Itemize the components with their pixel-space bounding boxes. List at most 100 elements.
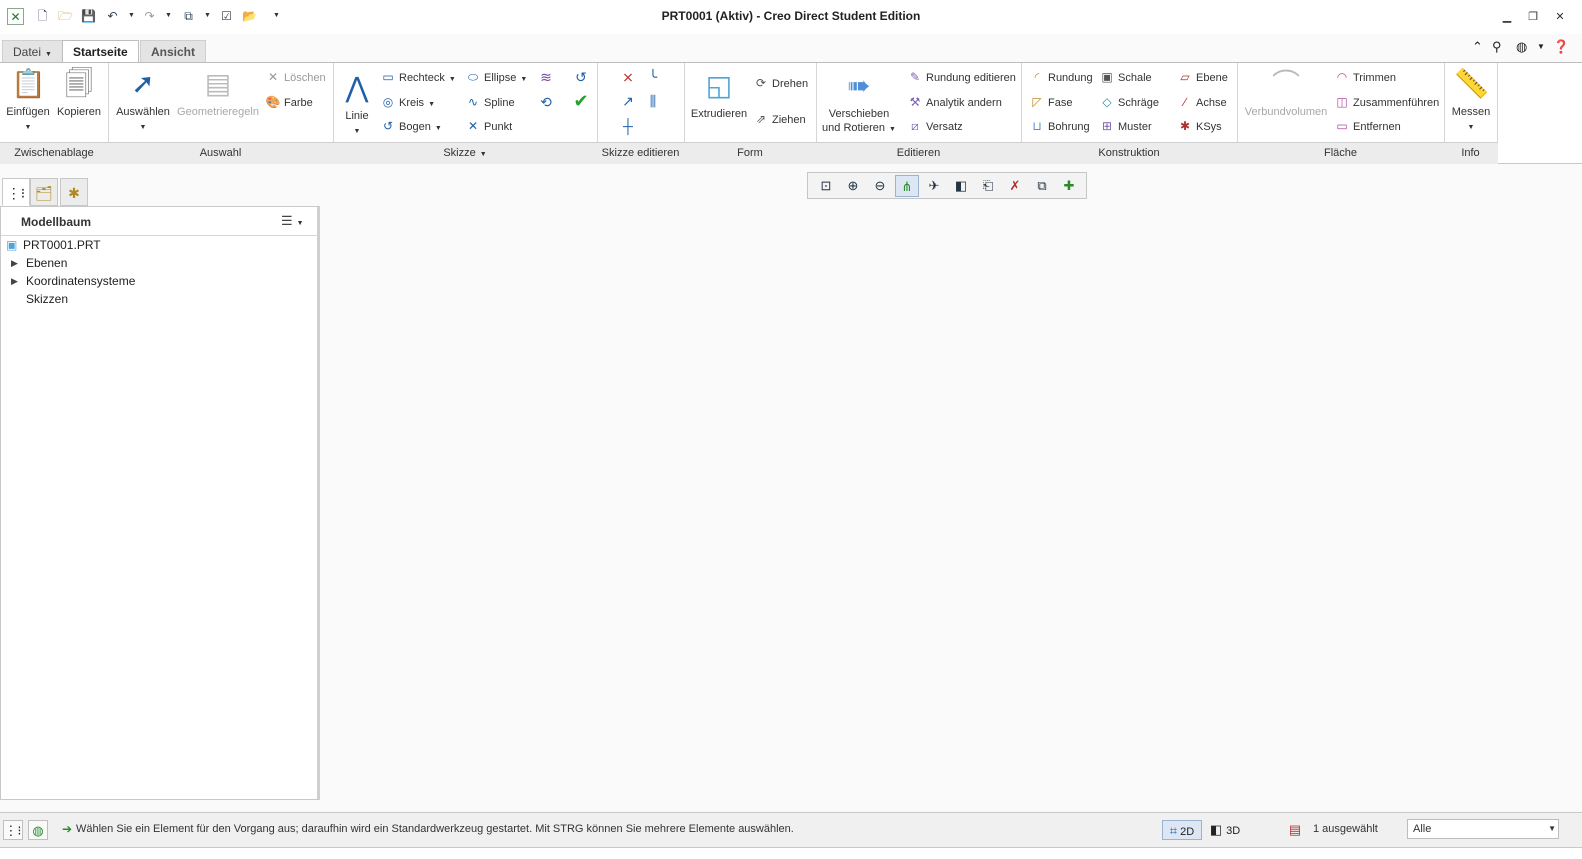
extend-icon[interactable]: ↗ (619, 92, 637, 110)
help-icon[interactable]: ❓ (1553, 39, 1569, 55)
csys-button[interactable]: ✱ KSys (1177, 118, 1222, 134)
mode-3d-toggle[interactable]: ◧ 3D (1205, 820, 1245, 840)
selection-filter-dropdown[interactable]: Alle ▼ (1407, 819, 1559, 839)
selection-list-icon[interactable]: ▤ (1285, 820, 1305, 840)
model-tree-tab-icon[interactable]: ⋮⁝ (2, 178, 30, 206)
trim-button[interactable]: ◠ Trimmen (1334, 69, 1396, 85)
tree-item-sketches[interactable]: Skizzen (1, 290, 318, 308)
arc-button[interactable]: ↺ Bogen ▼ (380, 118, 442, 134)
tab-view[interactable]: Ansicht (140, 40, 207, 62)
collapse-ribbon-icon[interactable]: ⌃ (1472, 39, 1483, 55)
measure-dropdown-icon[interactable]: ▼ (1468, 124, 1475, 131)
sketch-accept-icon[interactable]: ✔ (572, 92, 590, 110)
community-dropdown-icon[interactable]: ▼ (1537, 42, 1545, 51)
axis-button[interactable]: ∕ Achse (1177, 94, 1227, 110)
pattern-button[interactable]: ⊞ Muster (1099, 118, 1152, 134)
browser-toggle-icon[interactable]: ◍ (28, 820, 48, 840)
display-style-icon[interactable]: ◧ (949, 175, 973, 197)
compound-volume-button[interactable]: ⌒ Verbundvolumen (1242, 67, 1330, 119)
spline-button[interactable]: ∿ Spline (465, 94, 515, 110)
revolve-button[interactable]: ⟳ Drehen (753, 75, 808, 91)
line-button[interactable]: ⋀ Linie ▼ (337, 71, 377, 139)
hole-button[interactable]: ⊔ Bohrung (1029, 118, 1089, 134)
paste-dropdown-icon[interactable]: ▼ (25, 124, 32, 131)
datum-display-icon[interactable]: ✗ (1003, 175, 1027, 197)
offset-button[interactable]: ⧄ Versatz (907, 118, 963, 134)
search-icon[interactable]: ⚲ (1492, 39, 1502, 55)
fillet-sketch-icon[interactable]: ╰ (644, 68, 662, 86)
zoom-in-icon[interactable]: ⊕ (841, 175, 865, 197)
line-dropdown-icon[interactable]: ▼ (354, 128, 361, 135)
folder-browser-tab-icon[interactable]: 🗂 (30, 178, 58, 206)
paste-button[interactable]: 📋 Einfügen ▼ (5, 67, 51, 135)
sketch-text-icon[interactable]: ≋ (537, 68, 555, 86)
extrude-button[interactable]: ◱ Extrudieren (688, 69, 750, 121)
remove-button[interactable]: ▭ Entfernen (1334, 118, 1400, 134)
color-button[interactable]: 🎨 Farbe (265, 94, 313, 110)
group-label-sketch[interactable]: Skizze ▼ (333, 143, 597, 164)
merge-button[interactable]: ◫ Zusammenführen (1334, 94, 1439, 110)
plane-button[interactable]: ▱ Ebene (1177, 69, 1228, 85)
ellipse-button[interactable]: ⬭ Ellipse ▼ (465, 69, 527, 85)
expand-icon[interactable]: ▶ (11, 254, 18, 272)
trim-segment-icon[interactable]: ⨯ (619, 68, 637, 86)
rectangle-button[interactable]: ▭ Rechteck ▼ (380, 69, 456, 85)
circle-button[interactable]: ◎ Kreis ▼ (380, 94, 435, 110)
navigator-toggle-icon[interactable]: ⋮⁝ (3, 820, 23, 840)
circle-dropdown-icon[interactable]: ▼ (428, 101, 435, 108)
annotation-display-icon[interactable]: ⧉ (1030, 175, 1054, 197)
sketch-undo-icon[interactable]: ↺ (572, 68, 590, 86)
project-icon[interactable]: ⟲ (537, 93, 555, 111)
favorites-tab-icon[interactable]: ✱ (60, 178, 88, 206)
model-tree-header: Modellbaum ☰ ▼ (1, 207, 318, 236)
sketch-group-dropdown-icon[interactable]: ▼ (480, 151, 487, 158)
chamfer-button[interactable]: ◸ Fase (1029, 94, 1072, 110)
pull-button[interactable]: ⇗ Ziehen (753, 111, 806, 127)
repaint-icon[interactable]: ⋔ (895, 175, 919, 197)
tree-settings-button[interactable]: ☰ ▼ (281, 212, 313, 230)
round-edit-button[interactable]: ✎ Rundung editieren (907, 69, 1016, 85)
round-button[interactable]: ◜ Rundung (1029, 69, 1093, 85)
tree-item-csys[interactable]: ▶ Koordinatensysteme (1, 272, 318, 290)
geometry-rules-button[interactable]: ▤ Geometrieregeln (176, 67, 260, 119)
minimize-icon[interactable]: ▁ (1499, 10, 1515, 24)
shell-label: Schale (1118, 72, 1152, 84)
expand-icon[interactable]: ▶ (11, 272, 18, 290)
select-dropdown-icon[interactable]: ▼ (140, 124, 147, 131)
rectangle-dropdown-icon[interactable]: ▼ (449, 76, 456, 83)
ellipse-dropdown-icon[interactable]: ▼ (520, 76, 527, 83)
tree-item-planes[interactable]: ▶ Ebenen (1, 254, 318, 272)
axis-icon: ∕ (1183, 95, 1186, 109)
select-button[interactable]: ➚ Auswählen ▼ (112, 67, 174, 135)
selected-count: 1 ausgewählt (1313, 823, 1378, 835)
copy-button[interactable]: 🗐 Kopieren (55, 67, 103, 119)
saved-views-icon[interactable]: ⎗ (976, 175, 1000, 197)
close-icon[interactable]: ✕ (1552, 10, 1568, 24)
shell-button[interactable]: ▣ Schale (1099, 69, 1152, 85)
move-rotate-button[interactable]: ➠ Verschieben und Rotieren ▼ (818, 69, 900, 137)
community-icon[interactable]: ◍ (1516, 39, 1527, 55)
spin-center-icon[interactable]: ✚ (1057, 175, 1081, 197)
analytic-change-button[interactable]: ⚒ Analytik andern (907, 94, 1002, 110)
divide-icon[interactable]: ┼ (619, 117, 637, 135)
revolve-icon: ⟳ (755, 76, 767, 90)
measure-button[interactable]: 📏 Messen ▼ (1448, 67, 1494, 135)
mirror-icon[interactable]: ⫼ (644, 92, 662, 110)
view-orient-icon[interactable]: ✈ (922, 175, 946, 197)
bottom-border (0, 847, 1582, 859)
plane-label: Ebene (1196, 72, 1228, 84)
tree-root[interactable]: ▣ PRT0001.PRT (1, 236, 318, 254)
delete-button[interactable]: ✕ Löschen (265, 69, 326, 85)
tab-file[interactable]: Datei ▼ (2, 40, 63, 62)
point-button[interactable]: ✕ Punkt (465, 118, 512, 134)
mode-2d-toggle[interactable]: ⌗ 2D (1162, 820, 1202, 840)
maximize-icon[interactable]: ❐ (1525, 10, 1541, 24)
group-label-surface: Fläche (1323, 147, 1358, 159)
select-label: Auswählen (116, 106, 170, 118)
draft-button[interactable]: ◇ Schräge (1099, 94, 1159, 110)
arc-dropdown-icon[interactable]: ▼ (435, 125, 442, 132)
refit-icon[interactable]: ⊡ (814, 175, 838, 197)
move-rotate-dropdown-icon[interactable]: ▼ (889, 126, 896, 133)
tree-item-label: Skizzen (26, 292, 69, 306)
zoom-out-icon[interactable]: ⊖ (868, 175, 892, 197)
